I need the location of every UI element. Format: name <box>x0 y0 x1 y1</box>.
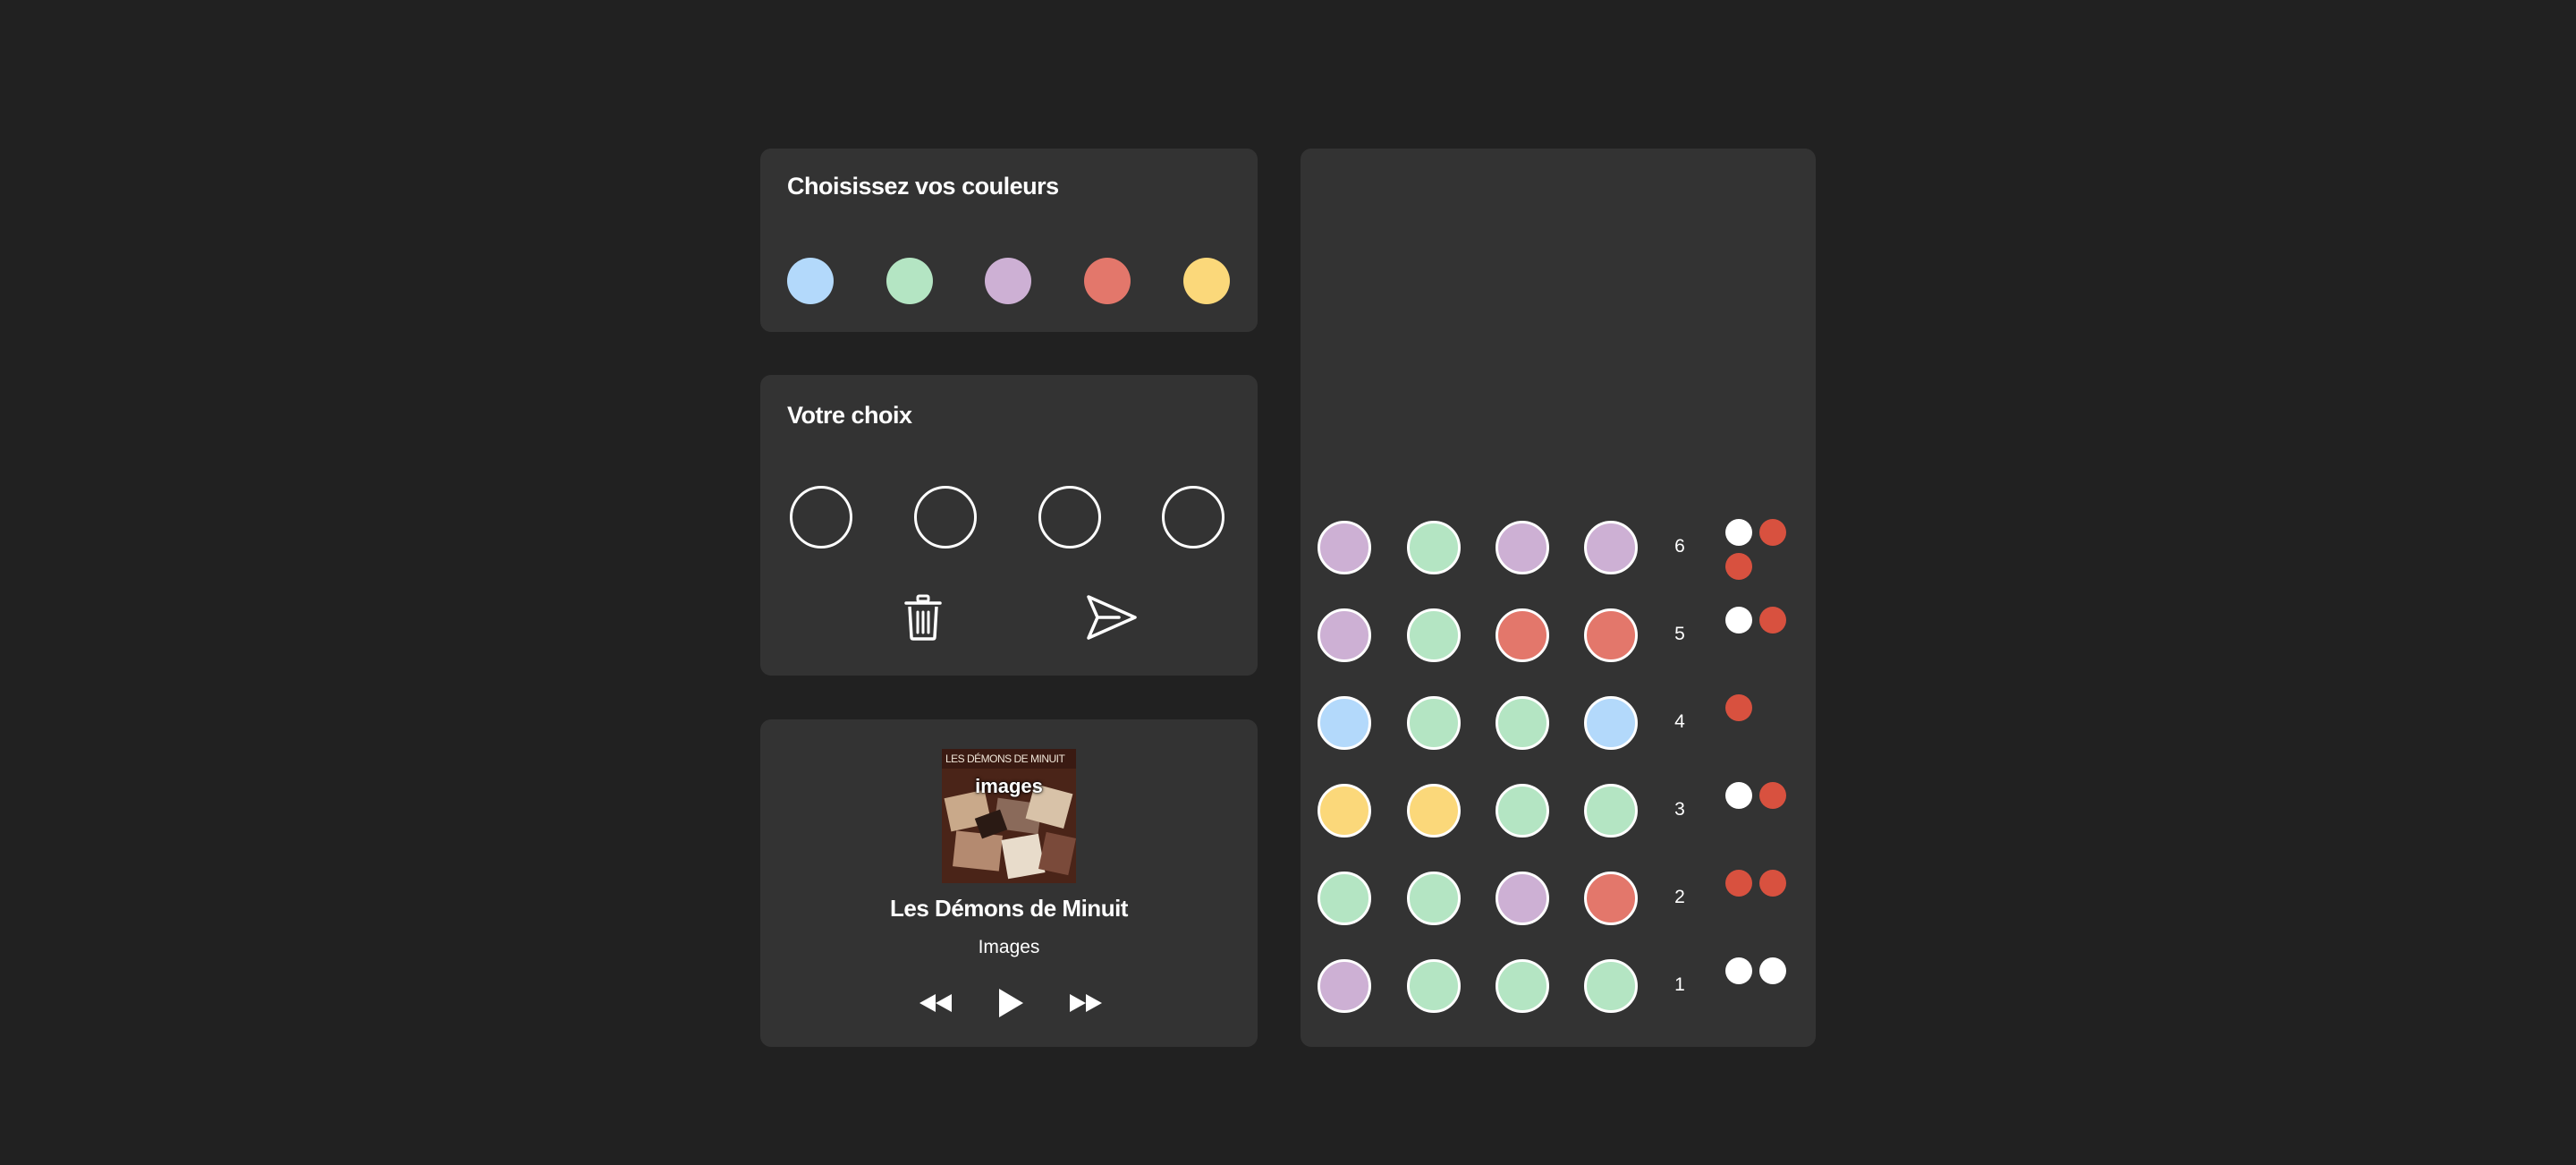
album-cover-artist-text: LES DÉMONS DE MINUIT <box>945 753 1065 765</box>
choice-panel: Votre choix <box>760 375 1258 676</box>
track-album: Images <box>978 937 1040 957</box>
row-number: 6 <box>1674 536 1685 557</box>
row-number: 3 <box>1674 799 1685 820</box>
feedback-key-red <box>1759 782 1786 809</box>
album-cover-art <box>942 749 1076 883</box>
board-peg <box>1496 784 1549 838</box>
row-number: 4 <box>1674 711 1685 732</box>
feedback-key-red <box>1725 553 1752 580</box>
board-peg <box>1584 872 1638 925</box>
feedback-key-red <box>1725 694 1752 721</box>
board-peg <box>1496 959 1549 1013</box>
feedback-key-white <box>1759 957 1786 984</box>
board-peg <box>1407 521 1461 574</box>
row-number: 1 <box>1674 974 1685 995</box>
choice-title: Votre choix <box>787 402 912 429</box>
palette-color-blue[interactable] <box>787 258 834 304</box>
choice-slot-1[interactable] <box>790 486 852 548</box>
rewind-button[interactable] <box>916 983 955 1023</box>
color-picker-title: Choisissez vos couleurs <box>787 173 1059 200</box>
palette-color-red[interactable] <box>1084 258 1131 304</box>
trash-icon <box>904 594 942 641</box>
board-peg <box>1318 696 1371 750</box>
board-peg <box>1407 608 1461 662</box>
game-board: 6 5 4 3 2 1 <box>1301 149 1816 1047</box>
feedback-key-red <box>1759 870 1786 897</box>
music-player-panel: LES DÉMONS DE MINUIT images Les Démons d… <box>760 719 1258 1047</box>
board-peg <box>1407 959 1461 1013</box>
board-peg <box>1496 872 1549 925</box>
send-icon <box>1087 595 1137 640</box>
board-peg <box>1584 959 1638 1013</box>
board-peg <box>1318 784 1371 838</box>
fast-forward-button[interactable] <box>1066 983 1106 1023</box>
row-number: 2 <box>1674 887 1685 907</box>
board-peg <box>1496 608 1549 662</box>
board-peg <box>1584 521 1638 574</box>
album-cover-logo: images <box>975 775 1043 797</box>
board-peg <box>1407 696 1461 750</box>
palette-color-yellow[interactable] <box>1183 258 1230 304</box>
feedback-key-red <box>1759 607 1786 634</box>
board-peg <box>1407 784 1461 838</box>
choice-slot-3[interactable] <box>1038 486 1101 548</box>
color-picker-panel: Choisissez vos couleurs <box>760 149 1258 332</box>
delete-button[interactable] <box>896 591 950 644</box>
feedback-key-red <box>1759 519 1786 546</box>
rewind-icon <box>919 994 952 1012</box>
board-peg <box>1407 872 1461 925</box>
board-peg <box>1496 521 1549 574</box>
feedback-key-white <box>1725 607 1752 634</box>
submit-button[interactable] <box>1080 591 1143 644</box>
board-peg <box>1496 696 1549 750</box>
fast-forward-icon <box>1070 994 1102 1012</box>
board-peg <box>1584 608 1638 662</box>
track-title: Les Démons de Minuit <box>890 895 1128 922</box>
play-icon <box>999 989 1023 1017</box>
feedback-key-red <box>1725 870 1752 897</box>
feedback-key-white <box>1725 957 1752 984</box>
board-peg <box>1318 959 1371 1013</box>
row-number: 5 <box>1674 624 1685 644</box>
choice-slot-4[interactable] <box>1162 486 1224 548</box>
board-peg <box>1318 608 1371 662</box>
feedback-key-white <box>1725 782 1752 809</box>
board-peg <box>1318 521 1371 574</box>
play-button[interactable] <box>991 983 1030 1023</box>
board-peg <box>1584 784 1638 838</box>
board-peg <box>1584 696 1638 750</box>
feedback-key-white <box>1725 519 1752 546</box>
palette-color-purple[interactable] <box>985 258 1031 304</box>
board-peg <box>1318 872 1371 925</box>
palette-color-green[interactable] <box>886 258 933 304</box>
album-cover: LES DÉMONS DE MINUIT images <box>942 749 1076 883</box>
choice-slot-2[interactable] <box>914 486 977 548</box>
